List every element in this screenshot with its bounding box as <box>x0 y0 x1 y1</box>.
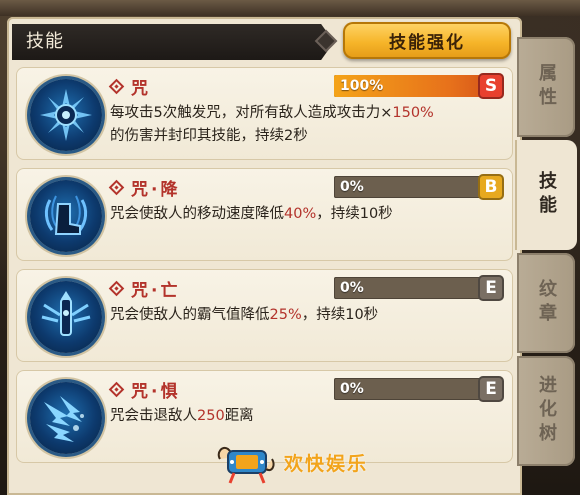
skill-description: 咒会使敌人的霸气值降低25%，持续10秒 <box>110 304 502 327</box>
skill-card[interactable]: 咒·降 0% B 咒会使敌人的移动速度降低40%，持续10秒 <box>16 168 513 261</box>
desc-text: ，持续10秒 <box>301 307 379 323</box>
desc-highlight: 40% <box>284 206 317 222</box>
desc-text: 每攻击5次触发咒，对所有敌人造成攻击力× <box>110 105 393 121</box>
skill-name: 咒·亡 <box>131 280 181 301</box>
progress-text: 100% <box>340 78 384 94</box>
grade-badge: E <box>478 376 504 402</box>
skill-name-row: 咒 <box>110 75 151 99</box>
desc-text: 咒会击退敌人 <box>110 408 197 424</box>
desc-text: 咒会使敌人的移动速度降低 <box>110 206 284 222</box>
panel-title: 技能 <box>26 31 64 52</box>
desc-highlight: 150% <box>392 105 434 121</box>
skill-name: 咒·惧 <box>131 381 181 402</box>
skill-progress-bar: 100% S <box>334 73 504 99</box>
desc-text: ，持续10秒 <box>316 206 393 222</box>
tab-evolution-tree[interactable]: 进化树 <box>517 356 575 466</box>
skill-progress-bar: 0% E <box>334 275 504 301</box>
skill-name-row: 咒·降 <box>110 176 181 200</box>
skill-name: 咒·降 <box>131 179 181 200</box>
skill-name-row: 咒·惧 <box>110 378 181 402</box>
desc-text: 咒会使敌人的霸气值降低 <box>110 307 270 323</box>
skill-progress-bar: 0% E <box>334 376 504 402</box>
tab-attributes[interactable]: 属性 <box>517 37 575 137</box>
watermark: 欢快娱乐 <box>214 437 374 487</box>
desc-highlight: 250 <box>197 408 225 424</box>
desc-text: 的伤害并封印其技能，持续2秒 <box>110 128 308 144</box>
tab-skills[interactable]: 技能 <box>515 140 577 250</box>
tab-emblem[interactable]: 纹章 <box>517 253 575 353</box>
slow-boot-icon <box>30 180 102 252</box>
diamond-bullet-icon <box>110 80 123 93</box>
progress-text: 0% <box>340 280 364 296</box>
skill-card[interactable]: 咒·亡 0% E 咒会使敌人的霸气值降低25%，持续10秒 <box>16 269 513 362</box>
diamond-bullet-icon <box>110 282 123 295</box>
skill-name-row: 咒·亡 <box>110 277 181 301</box>
top-decoration <box>0 0 580 16</box>
watermark-text: 欢快娱乐 <box>284 452 369 475</box>
grade-badge: E <box>478 275 504 301</box>
skill-enhance-button[interactable]: 技能强化 <box>343 22 511 59</box>
gamepad-hands-icon <box>217 447 275 484</box>
desc-text: 距离 <box>224 408 254 424</box>
diamond-bullet-icon <box>110 181 123 194</box>
knockback-arrows-icon <box>30 382 102 454</box>
spirit-drain-icon <box>30 281 102 353</box>
desc-highlight: 25% <box>269 307 302 323</box>
skill-description: 咒会使敌人的移动速度降低40%，持续10秒 <box>110 203 502 226</box>
curse-orb-icon <box>30 79 102 151</box>
progress-text: 0% <box>340 179 364 195</box>
skill-card[interactable]: 咒 100% S 每攻击5次触发咒，对所有敌人造成攻击力×150% 的伤害并封印其… <box>16 67 513 160</box>
skill-progress-bar: 0% B <box>334 174 504 200</box>
skill-name: 咒 <box>131 78 151 99</box>
skill-description: 每攻击5次触发咒，对所有敌人造成攻击力×150% 的伤害并封印其技能，持续2秒 <box>110 102 502 148</box>
diamond-bullet-icon <box>110 383 123 396</box>
grade-badge: S <box>478 73 504 99</box>
skill-description: 咒会击退敌人250距离 <box>110 405 502 428</box>
grade-badge: B <box>478 174 504 200</box>
progress-text: 0% <box>340 381 364 397</box>
